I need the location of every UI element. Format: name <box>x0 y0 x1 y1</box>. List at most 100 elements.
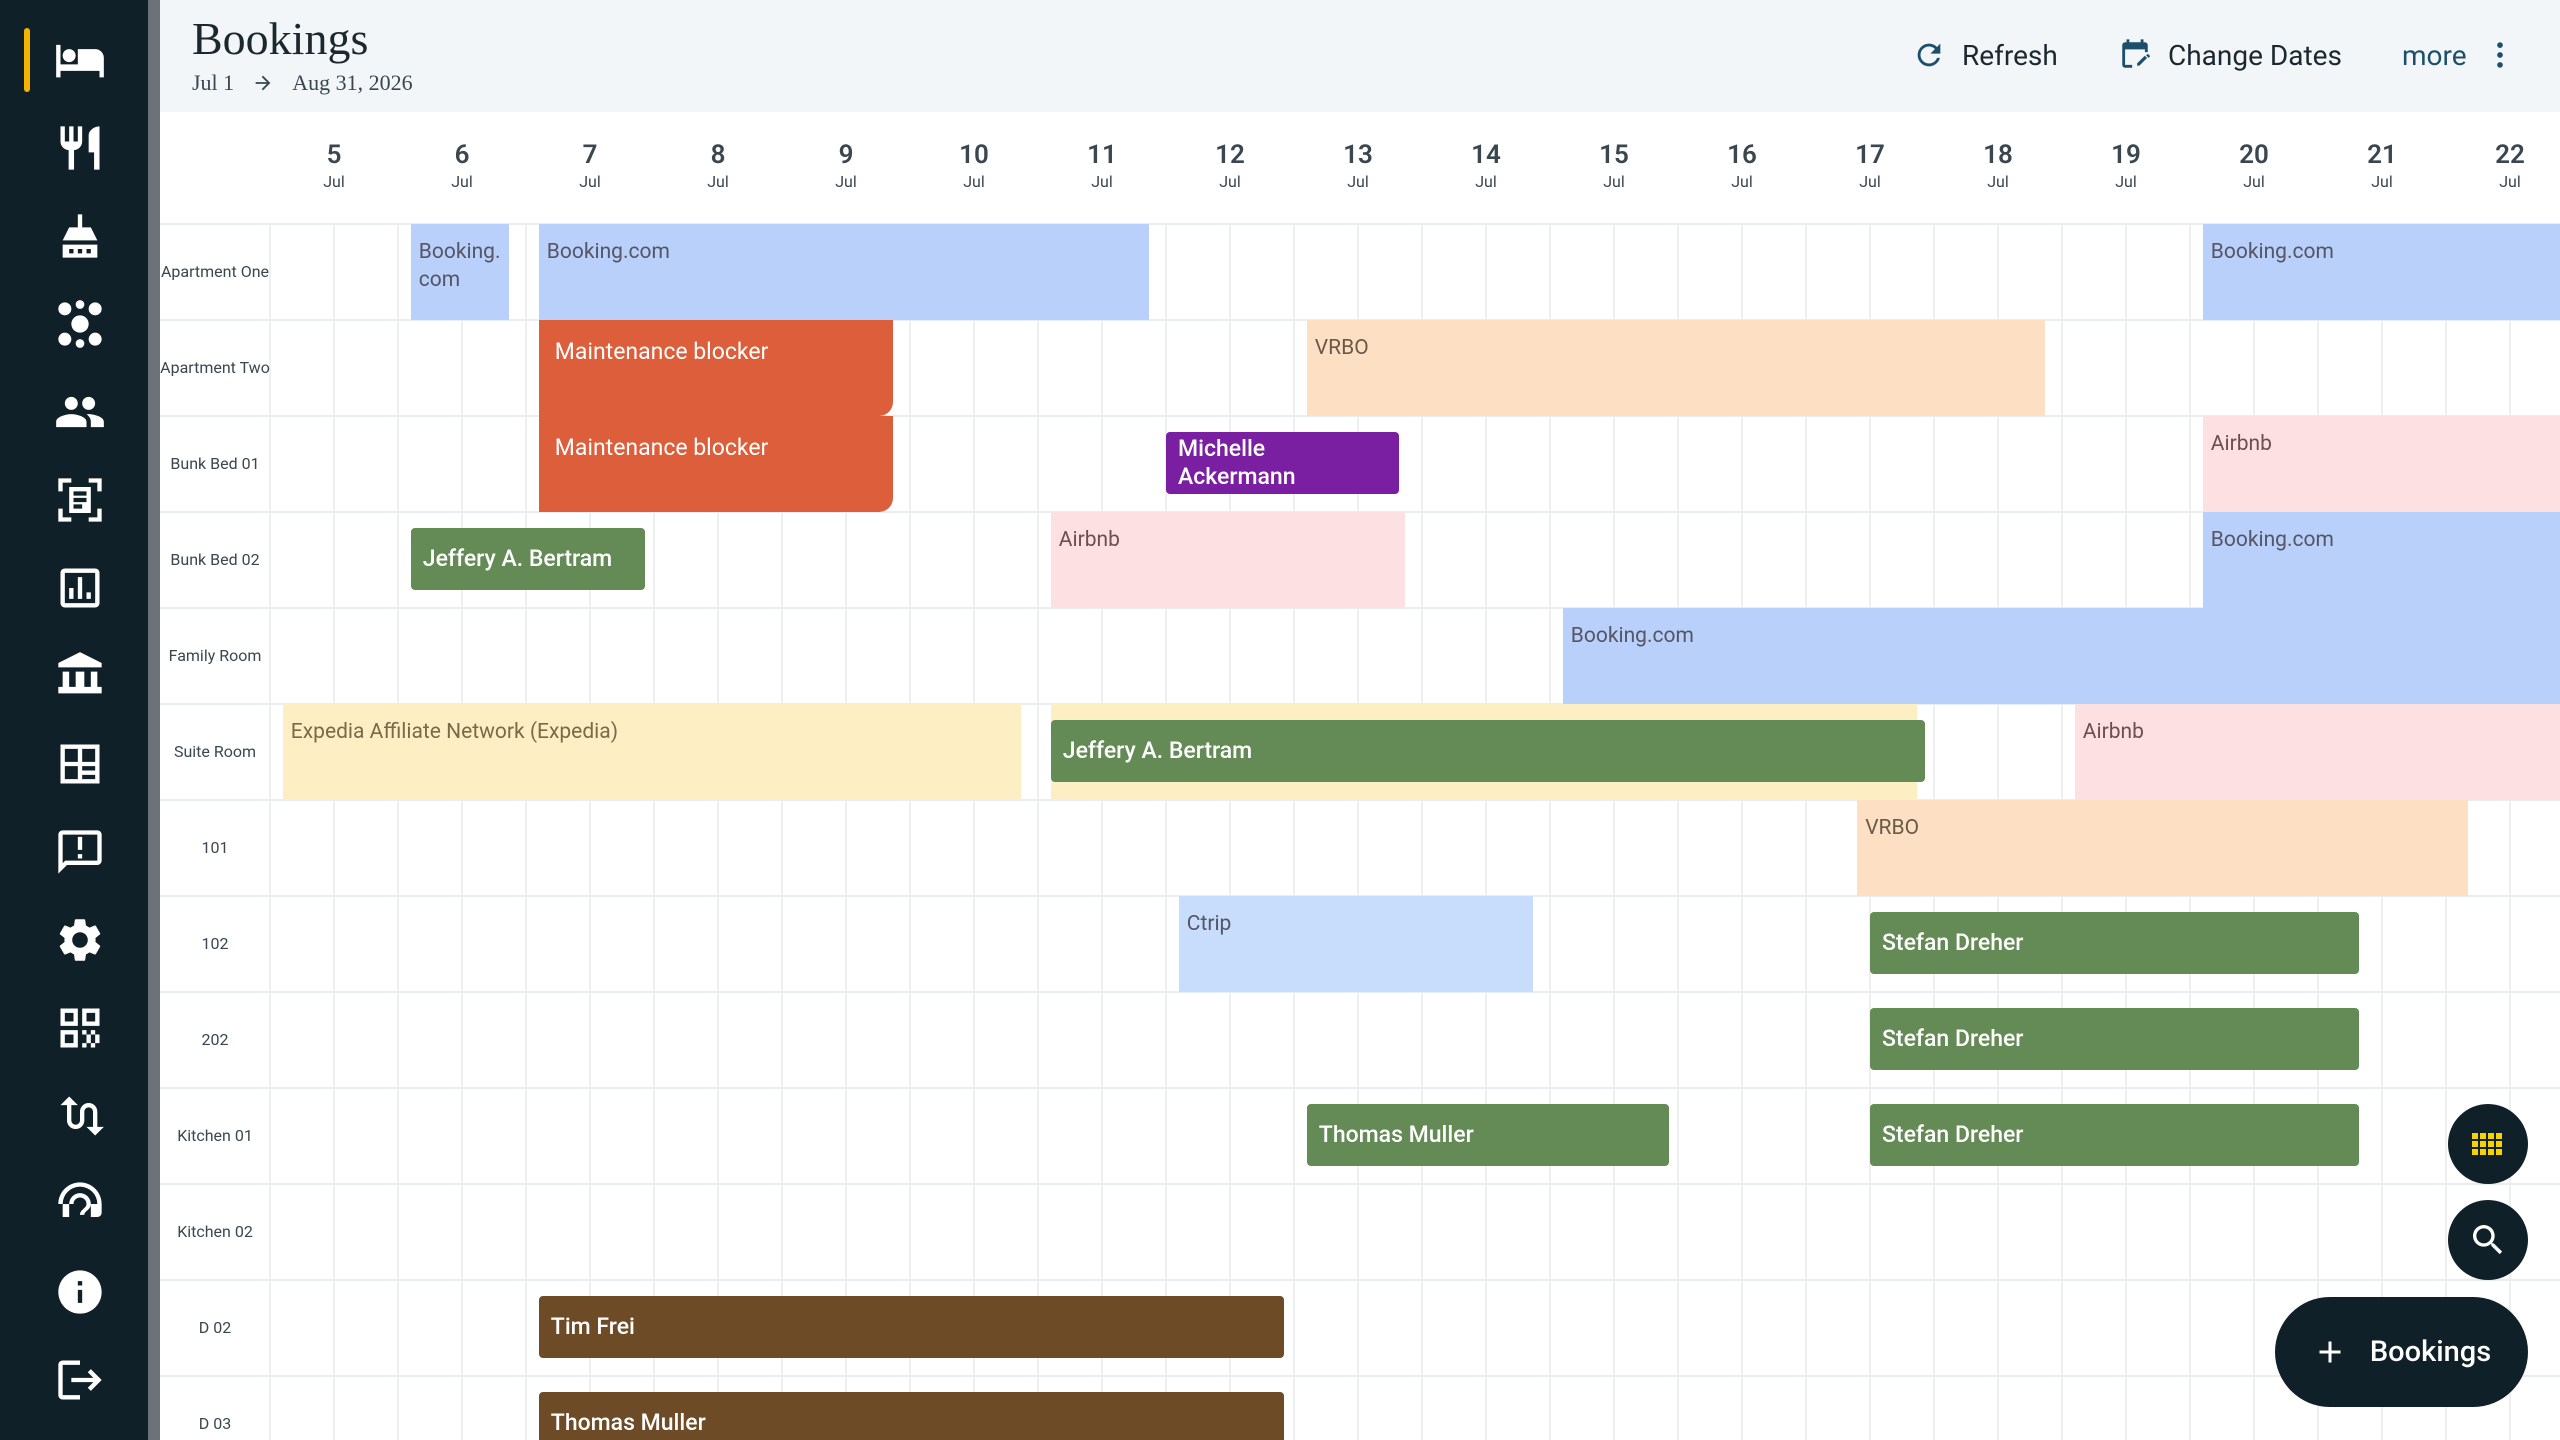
room-label[interactable]: Bunk Bed 02 <box>160 512 270 608</box>
channel-booking[interactable]: Booking.com <box>538 224 1150 320</box>
workflow-icon <box>60 1096 104 1136</box>
channel-booking[interactable]: Airbnb <box>2202 416 2560 512</box>
day-month: Jul <box>2371 172 2393 191</box>
day-header: 6 Jul <box>398 140 526 191</box>
day-month: Jul <box>1091 172 1113 191</box>
apps-grid-icon <box>2472 1133 2502 1155</box>
sidebar-scroll-track[interactable] <box>148 0 160 1440</box>
change-dates-button[interactable]: Change Dates <box>2118 30 2342 80</box>
add-booking-label: Bookings <box>2369 1335 2492 1369</box>
room-label[interactable]: 101 <box>160 800 270 896</box>
date-to: Aug 31, 2026 <box>292 70 413 95</box>
room-label[interactable]: Kitchen 02 <box>160 1184 270 1280</box>
guest-booking[interactable]: Thomas Muller <box>1306 1104 1670 1166</box>
channel-booking[interactable]: Booking.com <box>2202 512 2560 608</box>
day-number: 8 <box>710 140 726 170</box>
room-label[interactable]: Family Room <box>160 608 270 704</box>
guest-booking[interactable]: Jeffery A. Bertram <box>1050 720 1926 782</box>
bed-icon <box>56 44 104 78</box>
channel-booking[interactable]: Booking.com <box>1562 608 2560 704</box>
sidebar-item-bed[interactable] <box>40 20 120 100</box>
maintenance-blocker[interactable]: Maintenance blocker <box>538 320 894 416</box>
guest-booking[interactable]: Thomas Muller <box>538 1392 1284 1440</box>
search-button[interactable] <box>2448 1200 2528 1280</box>
people-icon <box>56 396 104 428</box>
channel-booking[interactable]: Booking. com <box>410 224 510 320</box>
day-month: Jul <box>1219 172 1241 191</box>
guest-booking[interactable]: Stefan Dreher <box>1870 1008 2359 1070</box>
channel-booking[interactable]: Airbnb <box>1050 512 1406 608</box>
day-header: 22 Jul <box>2446 140 2560 191</box>
day-month: Jul <box>963 172 985 191</box>
room-label[interactable]: 102 <box>160 896 270 992</box>
sidebar-item-analytics[interactable] <box>40 548 120 628</box>
room-label[interactable]: D 02 <box>160 1280 270 1376</box>
guest-booking[interactable]: Michelle Ackermann <box>1166 432 1399 494</box>
day-header: 12 Jul <box>1166 140 1294 191</box>
room-label[interactable]: D 03 <box>160 1376 270 1440</box>
sidebar-item-floor-plan[interactable] <box>40 724 120 804</box>
grid-view-button[interactable] <box>2448 1104 2528 1184</box>
sidebar-item-feedback[interactable] <box>40 812 120 892</box>
more-label: more <box>2402 38 2467 72</box>
sidebar-item-bank[interactable] <box>40 636 120 716</box>
sidebar-item-hub[interactable] <box>40 284 120 364</box>
sidebar-item-people[interactable] <box>40 372 120 452</box>
day-header: 21 Jul <box>2318 140 2446 191</box>
sidebar-item-logout[interactable] <box>40 1340 120 1420</box>
room-label[interactable]: 202 <box>160 992 270 1088</box>
floor-plan-icon <box>60 744 100 784</box>
guest-booking[interactable]: Jeffery A. Bertram <box>410 528 646 590</box>
sidebar-item-support-agent[interactable] <box>40 1164 120 1244</box>
day-month: Jul <box>1603 172 1625 191</box>
channel-booking[interactable]: Airbnb <box>2074 704 2560 800</box>
refresh-button[interactable]: Refresh <box>1912 30 2058 80</box>
room-label[interactable]: Bunk Bed 01 <box>160 416 270 512</box>
day-header: 18 Jul <box>1934 140 2062 191</box>
sidebar-item-restaurant[interactable] <box>40 108 120 188</box>
channel-booking[interactable]: Booking.com <box>2202 224 2560 320</box>
day-header: 17 Jul <box>1806 140 1934 191</box>
page-title: Bookings <box>192 13 369 64</box>
day-header: 14 Jul <box>1422 140 1550 191</box>
guest-booking[interactable]: Tim Frei <box>538 1296 1284 1358</box>
room-label[interactable]: Kitchen 01 <box>160 1088 270 1184</box>
more-button[interactable]: more <box>2402 30 2517 80</box>
day-month: Jul <box>1987 172 2009 191</box>
sidebar-item-document-scan[interactable] <box>40 460 120 540</box>
day-month: Jul <box>1475 172 1497 191</box>
channel-booking[interactable]: VRBO <box>1306 320 2046 416</box>
day-number: 15 <box>1599 140 1629 170</box>
day-month: Jul <box>835 172 857 191</box>
page-header: Bookings Jul 1 Aug 31, 2026 Refresh Chan… <box>160 0 2560 112</box>
sidebar-item-qr-code[interactable] <box>40 988 120 1068</box>
room-label[interactable]: Apartment Two <box>160 320 270 416</box>
channel-booking[interactable]: VRBO <box>1857 800 2468 896</box>
guest-booking[interactable]: Stefan Dreher <box>1870 1104 2359 1166</box>
refresh-icon <box>1917 43 1941 67</box>
sidebar-item-housekeeping[interactable] <box>40 196 120 276</box>
date-range[interactable]: Jul 1 Aug 31, 2026 <box>192 70 413 96</box>
day-number: 21 <box>2367 140 2397 170</box>
channel-booking[interactable]: Expedia Affiliate Network (Expedia) <box>282 704 1022 800</box>
sidebar-item-workflow[interactable] <box>40 1076 120 1156</box>
refresh-label: Refresh <box>1962 38 2058 72</box>
room-label[interactable]: Suite Room <box>160 704 270 800</box>
info-icon <box>58 1270 102 1314</box>
sidebar-item-settings[interactable] <box>40 900 120 980</box>
room-label[interactable]: Apartment One <box>160 224 270 320</box>
day-month: Jul <box>1859 172 1881 191</box>
day-number: 18 <box>1983 140 2013 170</box>
search-icon <box>2473 1225 2503 1255</box>
change-dates-label: Change Dates <box>2168 38 2342 72</box>
sidebar-item-info[interactable] <box>40 1252 120 1332</box>
day-month: Jul <box>707 172 729 191</box>
settings-icon <box>59 919 101 961</box>
add-booking-button[interactable]: Bookings <box>2275 1297 2528 1407</box>
guest-booking[interactable]: Stefan Dreher <box>1870 912 2359 974</box>
day-month: Jul <box>579 172 601 191</box>
day-header: 7 Jul <box>526 140 654 191</box>
maintenance-blocker[interactable]: Maintenance blocker <box>538 416 894 512</box>
day-number: 10 <box>959 140 989 170</box>
channel-booking[interactable]: Ctrip <box>1178 896 1534 992</box>
